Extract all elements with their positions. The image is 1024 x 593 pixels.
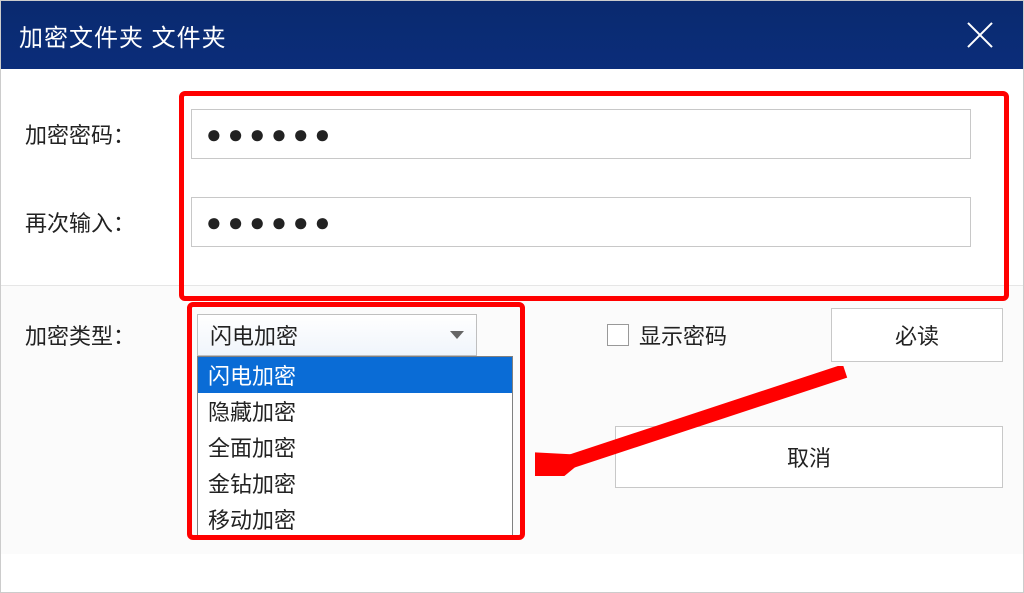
password-row: 加密密码： ●●●●●● (21, 109, 1003, 159)
show-password-checkbox[interactable]: 显示密码 (607, 319, 727, 351)
password-label: 加密密码： (21, 118, 191, 150)
close-icon[interactable] (965, 20, 995, 50)
encrypt-folder-dialog: 加密文件夹 文件夹 加密密码： ●●●●●● 再次输入： ●●●●●● 加密类型… (0, 0, 1024, 593)
checkbox-box-icon (607, 324, 629, 346)
dropdown-option[interactable]: 移动加密 (198, 501, 512, 537)
dialog-title: 加密文件夹 文件夹 (19, 18, 227, 53)
encryption-type-select-wrap: 闪电加密 闪电加密 隐藏加密 全面加密 金钻加密 移动加密 (197, 314, 477, 356)
encryption-type-select[interactable]: 闪电加密 (197, 314, 477, 356)
dropdown-option[interactable]: 全面加密 (198, 429, 512, 465)
titlebar: 加密文件夹 文件夹 (1, 1, 1023, 69)
confirm-mask: ●●●●●● (206, 207, 336, 238)
type-label: 加密类型： (21, 319, 191, 351)
options-section: 加密类型： 闪电加密 闪电加密 隐藏加密 全面加密 金钻加密 移动加密 显示密码 (1, 286, 1023, 554)
dropdown-option[interactable]: 金钻加密 (198, 465, 512, 501)
show-password-label: 显示密码 (639, 319, 727, 351)
password-mask: ●●●●●● (206, 119, 336, 150)
select-value: 闪电加密 (210, 319, 298, 351)
dropdown-option[interactable]: 隐藏加密 (198, 393, 512, 429)
password-input[interactable]: ●●●●●● (191, 109, 971, 159)
password-section: 加密密码： ●●●●●● 再次输入： ●●●●●● (1, 69, 1023, 286)
encryption-type-dropdown: 闪电加密 隐藏加密 全面加密 金钻加密 移动加密 (197, 356, 513, 538)
must-read-button[interactable]: 必读 (831, 308, 1003, 362)
dropdown-option[interactable]: 闪电加密 (198, 357, 512, 393)
cancel-button[interactable]: 取消 (615, 426, 1003, 488)
confirm-row: 再次输入： ●●●●●● (21, 197, 1003, 247)
confirm-input[interactable]: ●●●●●● (191, 197, 971, 247)
chevron-down-icon (450, 331, 464, 339)
confirm-label: 再次输入： (21, 206, 191, 238)
